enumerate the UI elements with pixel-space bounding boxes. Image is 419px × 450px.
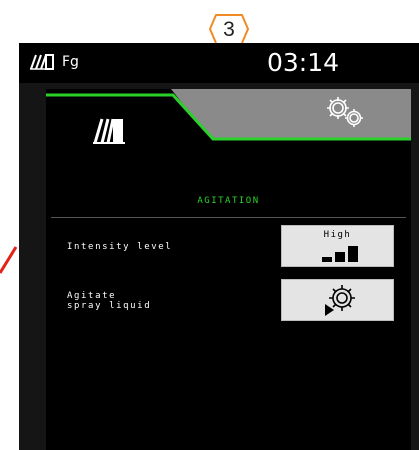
tab-settings[interactable]	[311, 91, 381, 133]
intensity-level-button[interactable]: High	[281, 225, 394, 267]
machine-label: Fg	[62, 54, 79, 70]
clock-time: 03:14	[266, 48, 339, 77]
gear-play-icon	[325, 285, 355, 316]
sprayer-boom-icon	[93, 118, 125, 144]
agitate-spray-liquid-label: Agitate spray liquid	[67, 291, 152, 311]
callout-number: 3	[223, 18, 235, 41]
intensity-value: High	[323, 230, 352, 240]
terminal-screen: Fg 03:14 AGITATION Intensity level High …	[19, 43, 419, 450]
section-title: AGITATION	[197, 196, 260, 206]
agitate-spray-liquid-button[interactable]	[281, 279, 394, 321]
agitation-panel: AGITATION Intensity level High Agitate s…	[46, 89, 411, 450]
gears-settings-icon	[327, 97, 363, 127]
tab-machine[interactable]	[76, 111, 146, 151]
callout-badge: 3	[208, 14, 250, 44]
divider	[51, 217, 406, 218]
status-bar: Fg 03:14	[19, 43, 419, 83]
intensity-bars-icon	[322, 246, 358, 262]
intensity-level-label: Intensity level	[67, 242, 173, 252]
sprayer-boom-icon	[30, 54, 54, 70]
